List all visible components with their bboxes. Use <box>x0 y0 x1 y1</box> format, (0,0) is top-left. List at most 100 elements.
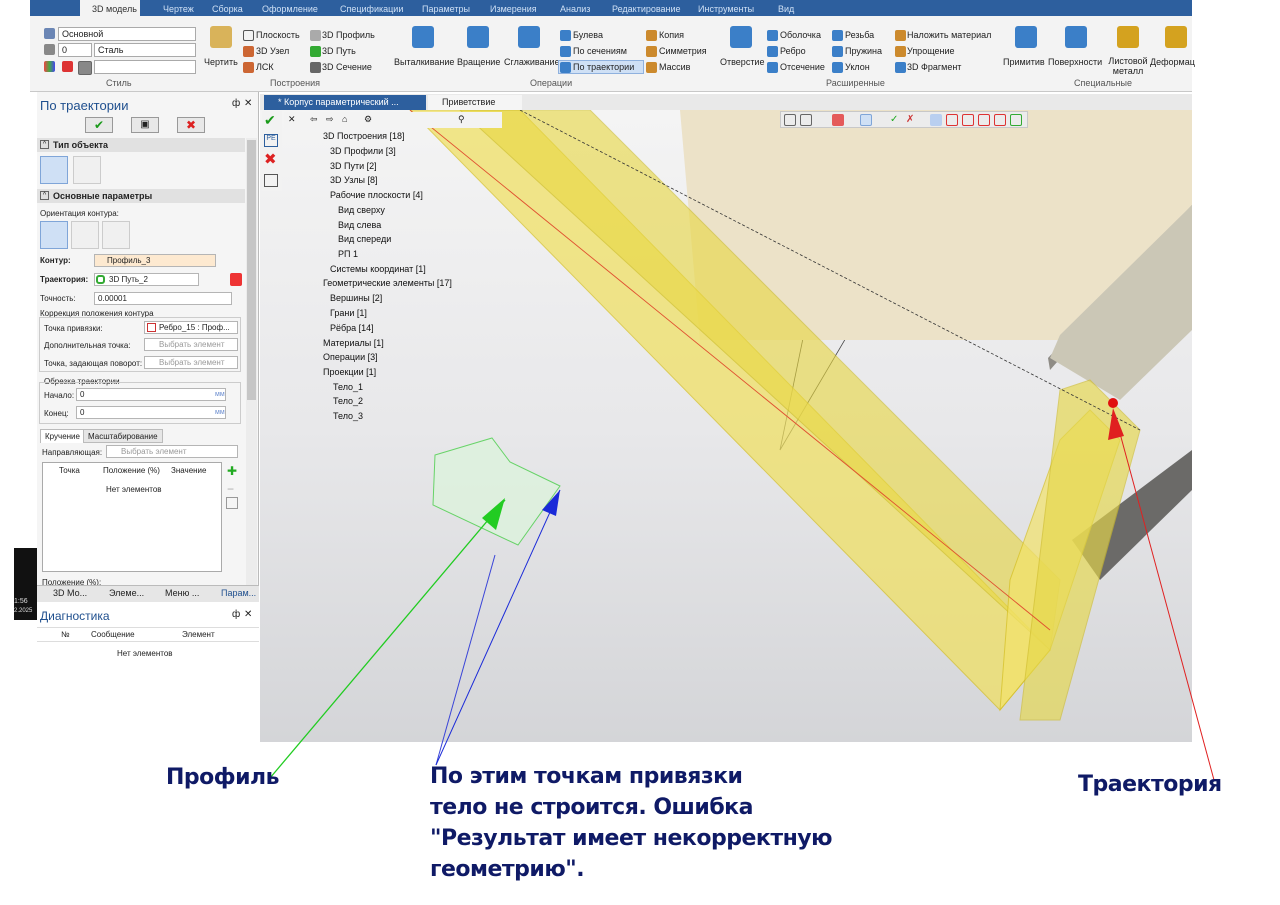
tab-3d-model[interactable]: 3D Мо... <box>53 588 87 598</box>
smooth-button[interactable]: Сглаживание <box>504 56 560 68</box>
view-color-icon[interactable] <box>832 114 844 126</box>
diag-pin-icon[interactable]: ф <box>232 609 240 620</box>
extrude-button[interactable]: Выталкивание <box>394 56 454 68</box>
menu-assembly[interactable]: Сборка <box>212 3 243 15</box>
menu-design[interactable]: Оформление <box>262 3 318 15</box>
tree-item[interactable]: Вид спереди <box>338 234 391 244</box>
draw-icon[interactable] <box>210 26 232 48</box>
view-check-icon[interactable]: ✓ <box>890 114 902 126</box>
section-object-type[interactable]: Тип объекта <box>37 138 245 152</box>
tab-params[interactable]: Парам... <box>221 588 256 598</box>
tree-item[interactable]: Грани [1] <box>330 308 367 318</box>
trajectory-field[interactable]: 3D Путь_2 <box>94 273 199 286</box>
tree-item[interactable]: Вид сверху <box>338 205 385 215</box>
loft-button[interactable]: По сечениям <box>573 45 627 57</box>
surface-type-icon[interactable] <box>73 156 101 184</box>
remove-row-icon[interactable]: − <box>227 482 234 496</box>
sheet-metal-icon[interactable] <box>1117 26 1139 48</box>
menu-3d-model[interactable]: 3D модель <box>92 3 137 15</box>
tree-item[interactable]: 3D Пути [2] <box>330 161 377 171</box>
primitive-button[interactable]: Примитив <box>1003 56 1045 68</box>
menu-analysis[interactable]: Анализ <box>560 3 590 15</box>
apply-material-button[interactable]: Наложить материал <box>907 29 991 41</box>
deform-button[interactable]: Деформац <box>1150 56 1195 68</box>
sheet-metal-button[interactable]: Листовой металл <box>1106 56 1150 76</box>
solid-type-icon[interactable] <box>40 156 68 184</box>
menu-edit[interactable]: Редактирование <box>612 3 681 15</box>
rotation-point-field[interactable]: Выбрать элемент <box>144 356 238 369</box>
collapse-icon[interactable]: ^ <box>40 191 49 200</box>
doc-tab-active[interactable]: * Корпус параметрический ... <box>264 95 426 110</box>
material-select[interactable]: Сталь <box>94 43 196 57</box>
hole-icon[interactable] <box>730 26 752 48</box>
primitive-icon[interactable] <box>1015 26 1037 48</box>
surfaces-button[interactable]: Поверхности <box>1048 56 1102 68</box>
view-mode-5-icon[interactable] <box>994 114 1006 126</box>
tree-item[interactable]: Геометрические элементы [17] <box>323 278 452 288</box>
tree-item[interactable]: 3D Узлы [8] <box>330 175 377 185</box>
view-cross-icon[interactable]: ✗ <box>906 114 918 126</box>
graph-icon[interactable] <box>226 497 238 509</box>
menu-drawing[interactable]: Чертеж <box>163 3 194 15</box>
mirror-button[interactable]: Симметрия <box>659 45 707 57</box>
view-mode-1-icon[interactable] <box>930 114 942 126</box>
preview-icon[interactable] <box>264 174 278 187</box>
tree-item[interactable]: Тело_1 <box>333 382 363 392</box>
menu-spec[interactable]: Спецификации <box>340 3 403 15</box>
menu-view[interactable]: Вид <box>778 3 794 15</box>
tree-item[interactable]: Тело_3 <box>333 411 363 421</box>
rib-button[interactable]: Ребро <box>780 45 806 57</box>
shell-button[interactable]: Оболочка <box>780 29 821 41</box>
tree-item[interactable]: Вершины [2] <box>330 293 382 303</box>
sweep-button[interactable]: По траектории <box>573 61 634 73</box>
cut-button[interactable]: Отсечение <box>780 61 825 73</box>
fragment-3d-button[interactable]: 3D Фрагмент <box>907 61 961 73</box>
profile-3d-button[interactable]: 3D Профиль <box>322 29 375 41</box>
cancel-button[interactable]: ✖ <box>177 117 205 133</box>
view-orient-icon[interactable] <box>860 114 872 126</box>
orientation-option-2[interactable] <box>71 221 99 249</box>
tree-home-icon[interactable]: ⌂ <box>342 114 347 124</box>
boolean-button[interactable]: Булева <box>573 29 603 41</box>
simplify-button[interactable]: Упрощение <box>907 45 955 57</box>
deform-icon[interactable] <box>1165 26 1187 48</box>
tree-item[interactable]: Операции [3] <box>323 352 378 362</box>
preview-button[interactable]: ▣ <box>131 117 159 133</box>
tree-item[interactable]: Рёбра [14] <box>330 323 374 333</box>
guide-field[interactable]: Выбрать элемент <box>106 445 238 458</box>
params-icon[interactable]: PE <box>264 134 278 147</box>
array-button[interactable]: Массив <box>659 61 690 73</box>
tree-item[interactable]: Материалы [1] <box>323 338 384 348</box>
tree-item[interactable]: Вид слева <box>338 220 381 230</box>
panel-pin-icon[interactable]: ф <box>232 98 240 109</box>
thread-button[interactable]: Резьба <box>845 29 874 41</box>
color-swatch[interactable] <box>78 61 92 75</box>
draft-button[interactable]: Уклон <box>845 61 870 73</box>
surfaces-icon[interactable] <box>1065 26 1087 48</box>
collapse-icon[interactable]: ^ <box>40 140 49 149</box>
smooth-icon[interactable] <box>518 26 540 48</box>
layer-select[interactable]: Основной <box>58 27 196 41</box>
apply-icon[interactable]: ✔ <box>264 112 276 129</box>
tree-settings-icon[interactable]: ⚙ <box>364 114 372 125</box>
menu-tools[interactable]: Инструменты <box>698 3 754 15</box>
tree-forward-icon[interactable]: ⇨ <box>326 114 334 125</box>
add-row-icon[interactable]: ✚ <box>227 464 237 478</box>
tree-item[interactable]: 3D Построения [18] <box>323 131 405 141</box>
tree-close-icon[interactable]: ✕ <box>288 114 296 125</box>
panel-close-icon[interactable]: ✕ <box>244 98 252 109</box>
contour-field[interactable]: Профиль_3 <box>94 254 216 267</box>
tree-item[interactable]: 3D Профили [3] <box>330 146 396 156</box>
ok-button[interactable]: ✔ <box>85 117 113 133</box>
copy-button[interactable]: Копия <box>659 29 684 41</box>
tree-item[interactable]: РП 1 <box>338 249 358 259</box>
menu-measure[interactable]: Измерения <box>490 3 537 15</box>
doc-tab-welcome[interactable]: Приветствие <box>428 95 522 110</box>
view-style-icon[interactable] <box>800 114 812 126</box>
node-3d-button[interactable]: 3D Узел <box>256 45 289 57</box>
end-input[interactable]: 0 <box>76 406 226 419</box>
anchor-field[interactable]: Ребро_15 : Проф... <box>144 321 238 334</box>
extrude-icon[interactable] <box>412 26 434 48</box>
abort-icon[interactable]: ✖ <box>264 150 277 168</box>
tab-twist[interactable]: Кручение <box>40 429 85 443</box>
